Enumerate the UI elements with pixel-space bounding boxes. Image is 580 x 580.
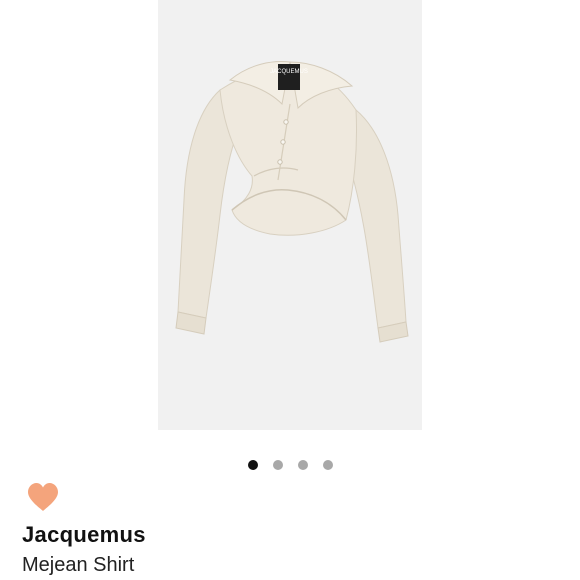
carousel-dot-3[interactable]	[297, 460, 308, 470]
shirt-illustration: JACQUEMUS	[158, 0, 422, 430]
favorite-button[interactable]	[24, 480, 62, 514]
carousel-indicator	[0, 460, 580, 470]
shirt-label-text: JACQUEMUS	[270, 69, 308, 75]
heart-icon	[28, 483, 58, 511]
carousel-dot-1[interactable]	[247, 460, 258, 470]
product-brand[interactable]: Jacquemus	[22, 522, 146, 548]
carousel-dot-4[interactable]	[322, 460, 333, 470]
carousel-dot-2[interactable]	[272, 460, 283, 470]
product-image[interactable]: JACQUEMUS	[158, 0, 422, 430]
product-name[interactable]: Mejean Shirt	[22, 554, 134, 577]
